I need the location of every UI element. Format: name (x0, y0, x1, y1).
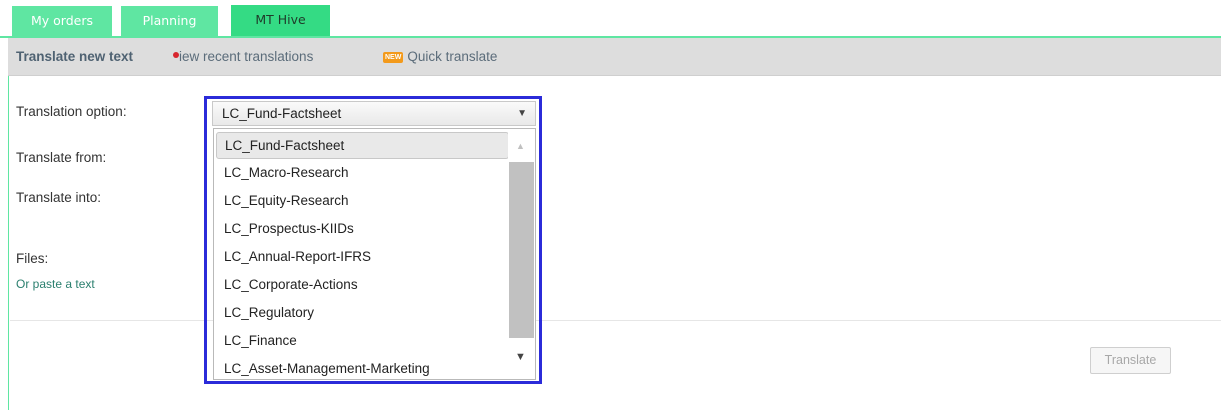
dropdown-option[interactable]: LC_Corporate-Actions (216, 271, 509, 298)
dropdown-option[interactable]: LC_Finance (216, 327, 509, 354)
paste-text-link[interactable]: Or paste a text (16, 277, 95, 291)
tab-mt-hive[interactable]: MT Hive (231, 5, 330, 36)
dropdown-option[interactable]: LC_Annual-Report-IFRS (216, 243, 509, 270)
translate-from-label: Translate from: (16, 150, 107, 165)
tab-my-orders[interactable]: My orders (12, 6, 112, 36)
dropdown-option[interactable]: LC_Fund-Factsheet (216, 132, 509, 159)
top-tab-bar: My orders Planning MT Hive (0, 0, 1221, 36)
quick-translate-link[interactable]: NEW Quick translate (383, 49, 497, 65)
scroll-down-icon[interactable]: ▼ (515, 351, 526, 363)
scroll-up-icon[interactable]: ▲ (516, 141, 525, 151)
dropdown-scrollbar[interactable]: ▲ ▼ (508, 129, 535, 379)
dropdown-option[interactable]: LC_Equity-Research (216, 187, 509, 214)
quick-translate-label: Quick translate (407, 49, 498, 64)
chevron-down-icon: ▼ (517, 108, 527, 119)
new-badge-icon: NEW (383, 52, 404, 63)
translate-into-label: Translate into: (16, 190, 102, 205)
dropdown-option[interactable]: LC_Prospectus-KIIDs (216, 215, 509, 242)
select-value: LC_Fund-Factsheet (222, 106, 342, 121)
dropdown-option[interactable]: LC_Macro-Research (216, 159, 509, 186)
translate-new-text-link[interactable]: Translate new text (16, 49, 133, 64)
notification-dot-icon (173, 52, 179, 58)
content-left-border (8, 76, 9, 410)
translation-option-label: Translation option: (16, 104, 127, 119)
view-recent-translations-label: iew recent translations (179, 49, 314, 64)
view-recent-translations-link[interactable]: iew recent translations (173, 49, 313, 64)
translation-option-select[interactable]: LC_Fund-Factsheet ▼ (212, 101, 536, 126)
form-divider (10, 320, 1221, 321)
tab-planning[interactable]: Planning (121, 6, 218, 36)
translate-button[interactable]: Translate (1090, 347, 1171, 374)
translation-option-dropdown: LC_Fund-Factsheet LC_Macro-Research LC_E… (213, 128, 536, 380)
scrollbar-thumb[interactable] (509, 162, 534, 338)
files-label: Files: (16, 251, 49, 266)
dropdown-option[interactable]: LC_Asset-Management-Marketing (216, 355, 509, 379)
sub-navigation: Translate new text iew recent translatio… (8, 38, 1221, 76)
dropdown-option[interactable]: LC_Regulatory (216, 299, 509, 326)
